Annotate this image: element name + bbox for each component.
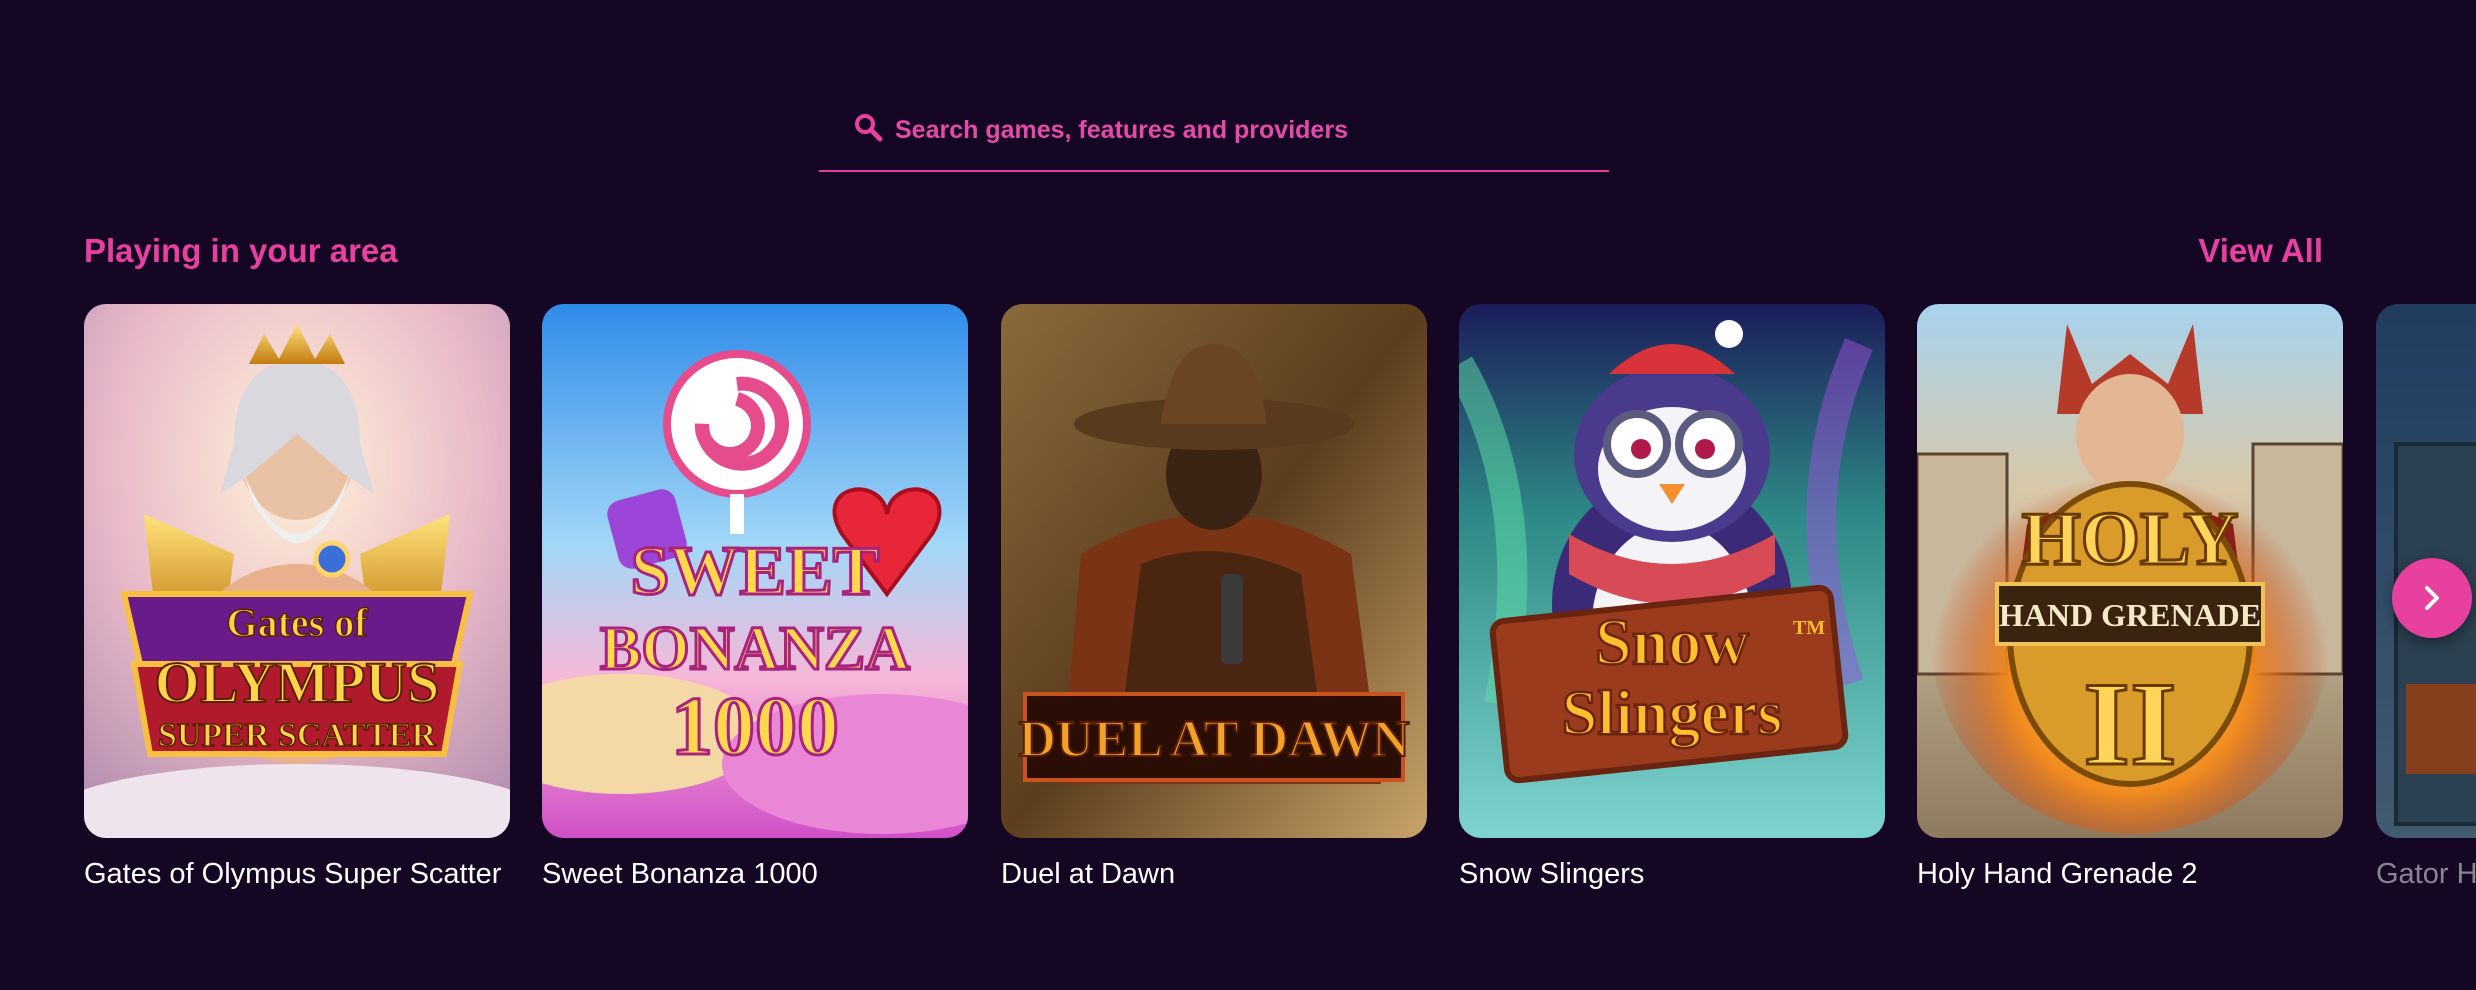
game-thumbnail[interactable]: SWEET BONANZA 1000 xyxy=(542,304,968,838)
art-line-2: OLYMPUS xyxy=(155,650,440,715)
art-line-1: SWEET xyxy=(631,533,880,610)
search-icon xyxy=(853,112,883,142)
game-thumbnail[interactable]: DUEL AT DAWN xyxy=(1001,304,1427,838)
chevron-right-icon xyxy=(2425,586,2439,610)
game-title[interactable]: Sweet Bonanza 1000 xyxy=(542,858,968,891)
carousel-next-button[interactable] xyxy=(2392,558,2472,638)
game-title[interactable]: Snow Slingers xyxy=(1459,858,1885,891)
art-line-1: Snow xyxy=(1595,606,1749,679)
search-bar[interactable] xyxy=(819,100,1609,172)
game-title[interactable]: Gator H xyxy=(2376,858,2476,891)
sweet-bonanza-art: SWEET BONANZA 1000 xyxy=(542,304,968,838)
gates-of-olympus-art: Gates of OLYMPUS SUPER SCATTER xyxy=(84,304,510,838)
art-line-2: HAND GRENADE xyxy=(1999,597,2261,633)
art-line-1: DUEL AT DAWN xyxy=(1018,711,1409,768)
game-thumbnail[interactable]: Gates of OLYMPUS SUPER SCATTER xyxy=(84,304,510,838)
game-title[interactable]: Duel at Dawn xyxy=(1001,858,1427,891)
art-line-2: BONANZA xyxy=(600,615,910,683)
game-thumbnail[interactable]: HOLY HAND GRENADE II xyxy=(1917,304,2343,838)
game-card[interactable]: DUEL AT DAWN Duel at Dawn xyxy=(1001,304,1427,891)
art-line-1: HOLY xyxy=(2022,497,2239,581)
game-card[interactable]: Snow Slingers TM Snow Slingers xyxy=(1459,304,1885,891)
section-title: Playing in your area xyxy=(84,232,398,269)
game-title[interactable]: Gates of Olympus Super Scatter xyxy=(84,858,510,891)
art-line-3: II xyxy=(2083,657,2176,790)
art-line-2: Slingers xyxy=(1562,677,1782,748)
search-input[interactable] xyxy=(895,112,1535,148)
game-carousel: Gates of OLYMPUS SUPER SCATTER Gates of … xyxy=(84,304,2476,904)
holy-hand-grenade-art: HOLY HAND GRENADE II xyxy=(1917,304,2343,838)
game-title[interactable]: Holy Hand Grenade 2 xyxy=(1917,858,2343,891)
game-card[interactable]: SWEET BONANZA 1000 Sweet Bonanza 1000 xyxy=(542,304,968,891)
duel-at-dawn-art: DUEL AT DAWN xyxy=(1001,304,1427,838)
trademark-mark: TM xyxy=(1793,617,1825,639)
snow-slingers-art: Snow Slingers TM xyxy=(1459,304,1885,838)
art-line-1: Gates of xyxy=(226,600,368,645)
art-line-3: 1000 xyxy=(671,680,839,773)
view-all-link[interactable]: View All xyxy=(2198,232,2323,270)
page: Playing in your area View All xyxy=(0,0,2476,990)
art-line-3: SUPER SCATTER xyxy=(158,717,436,754)
game-card[interactable]: HOLY HAND GRENADE II Holy Hand Grenade 2 xyxy=(1917,304,2343,891)
game-card[interactable]: Gates of OLYMPUS SUPER SCATTER Gates of … xyxy=(84,304,510,891)
game-thumbnail[interactable]: Snow Slingers TM xyxy=(1459,304,1885,838)
